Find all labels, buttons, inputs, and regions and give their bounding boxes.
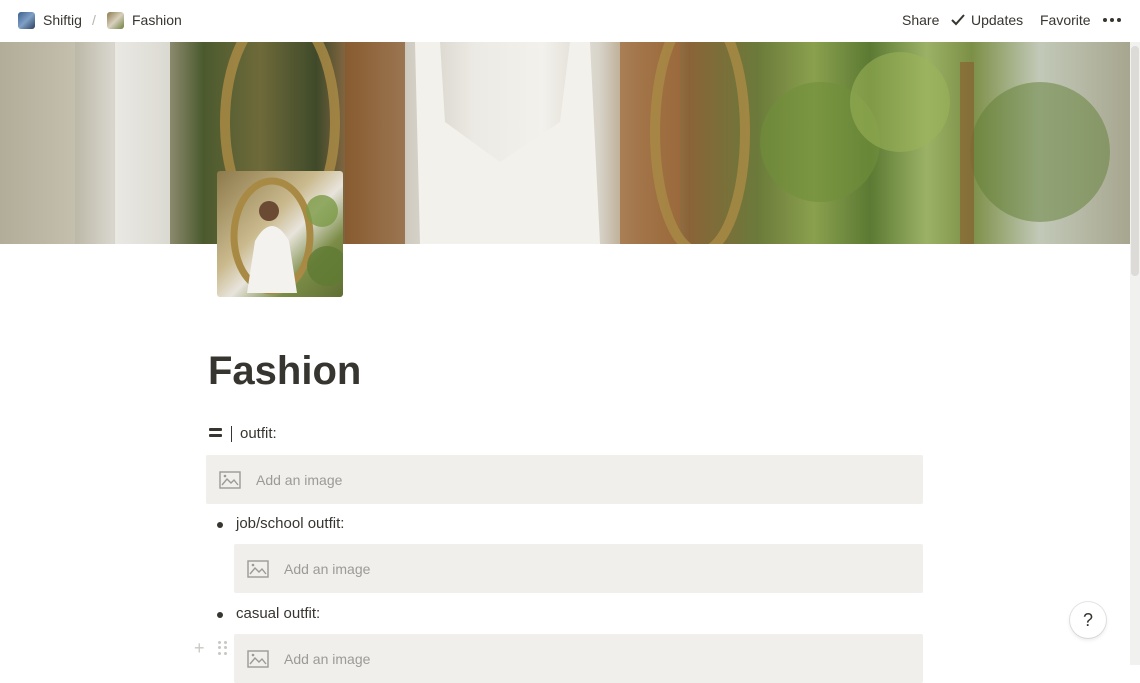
breadcrumb-workspace-label: Shiftig [43,12,82,28]
list-item-casual[interactable]: casual outfit: [236,604,320,624]
breadcrumb-page[interactable]: Fashion [107,0,182,40]
add-image-label: Add an image [256,471,343,488]
page-thumbnail-icon [107,11,124,29]
scrollbar-thumb[interactable] [1131,46,1139,276]
top-bar: Shiftig / Fashion Share Updates Favorite [0,0,1140,40]
image-icon [219,470,241,489]
breadcrumb-page-label: Fashion [132,12,182,28]
page-title[interactable]: Fashion [208,344,361,398]
more-dots-icon[interactable] [1103,18,1121,22]
breadcrumb-separator: / [92,12,96,28]
help-button[interactable]: ? [1070,602,1106,638]
list-item-job-school[interactable]: job/school outfit: [236,514,344,534]
updates-label: Updates [971,12,1024,28]
bullet-dot [217,612,223,618]
add-image-block[interactable]: Add an image [234,634,923,683]
bullet-dot [217,522,223,528]
add-block-plus-icon[interactable]: + [194,638,205,658]
add-image-block[interactable]: Add an image [234,544,923,593]
cover-illustration [0,42,1110,244]
favorite-button[interactable]: Favorite [1040,0,1091,40]
breadcrumb-workspace[interactable]: Shiftig [18,0,82,40]
add-image-label: Add an image [284,560,371,577]
menu-lines-icon [209,428,222,440]
page-icon-image[interactable] [217,171,343,297]
mirror-selfie-illustration [230,177,343,295]
cover-image[interactable] [0,42,1130,244]
add-image-block[interactable]: Add an image [206,455,923,504]
checkmark-icon [951,14,965,26]
quote-bar [231,426,232,442]
drag-handle-icon[interactable] [218,641,228,655]
share-button[interactable]: Share [902,0,939,40]
add-image-label: Add an image [284,650,371,667]
workspace-icon [18,11,35,29]
outfit-heading[interactable]: outfit: [240,424,277,444]
updates-button[interactable]: Updates [951,0,1023,40]
image-icon [247,559,269,578]
